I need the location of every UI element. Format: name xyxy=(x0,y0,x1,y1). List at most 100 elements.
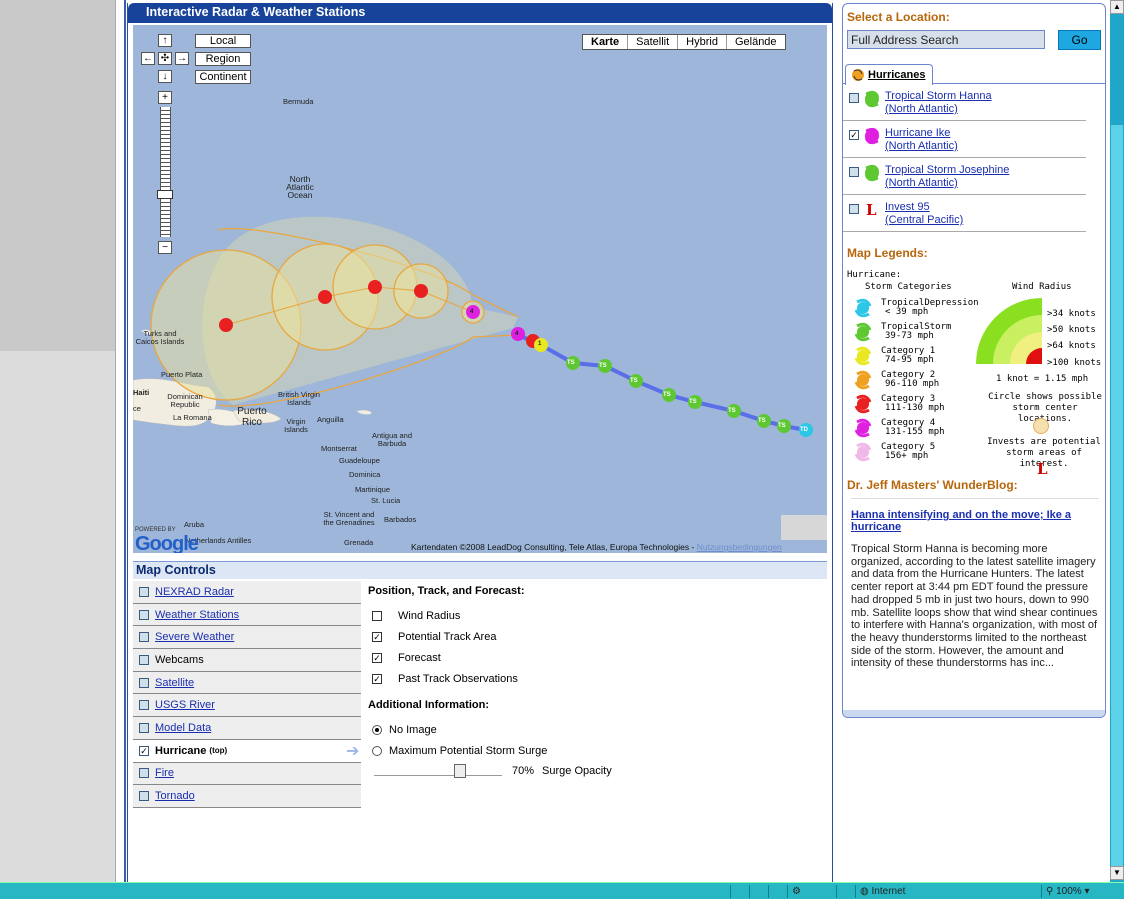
status-segment xyxy=(749,885,767,898)
map-copyright: Kartendaten ©2008 LeadDog Consulting, Te… xyxy=(411,542,782,552)
blog-text: Tropical Storm Hanna is becoming more or… xyxy=(851,543,1098,670)
zoom-in-button[interactable]: + xyxy=(158,91,172,104)
storm-name-link[interactable]: Tropical Storm Josephine xyxy=(885,164,1009,177)
radio-storm-surge[interactable]: Maximum Potential Storm Surge xyxy=(368,740,818,761)
layer-weather-stations[interactable]: Weather Stations xyxy=(133,603,361,627)
checkbox[interactable] xyxy=(849,167,859,177)
layer-hurricane[interactable]: ✓ Hurricane (top) ➔ xyxy=(133,739,361,763)
option-forecast[interactable]: ✓ Forecast xyxy=(368,647,818,668)
checkbox[interactable] xyxy=(139,632,149,643)
map-legends-title: Map Legends: xyxy=(847,246,928,260)
scale-region-button[interactable]: Region xyxy=(195,52,251,66)
pan-up-button[interactable]: ↑ xyxy=(158,34,172,47)
storm-item[interactable]: ✓ Hurricane Ike (North Atlantic) xyxy=(843,121,1086,158)
pan-left-button[interactable]: ← xyxy=(141,52,155,65)
checkbox[interactable] xyxy=(139,768,149,779)
map-type-gelande[interactable]: Gelände xyxy=(725,35,785,49)
storm-region-link[interactable]: (North Atlantic) xyxy=(885,177,1009,190)
security-zone[interactable]: ◍ Internet xyxy=(855,885,1040,898)
map-label: Dominican Republic xyxy=(167,392,203,409)
layer-webcams[interactable]: Webcams xyxy=(133,649,361,672)
hurricane-icon xyxy=(852,69,864,81)
checkbox[interactable] xyxy=(372,610,382,621)
position-section-title: Position, Track, and Forecast: xyxy=(368,585,525,597)
zoom-out-button[interactable]: − xyxy=(158,241,172,254)
category-legend-item: Category 3 111-130 mph xyxy=(853,394,945,414)
radio-no-image[interactable]: No Image xyxy=(368,719,818,740)
checkbox[interactable] xyxy=(849,93,859,103)
storm-item[interactable]: Tropical Storm Hanna (North Atlantic) xyxy=(843,84,1086,121)
pan-center-button[interactable]: ✣ xyxy=(158,52,172,65)
category-legend-item: Category 1 74-95 mph xyxy=(853,346,935,366)
storm-item[interactable]: Tropical Storm Josephine (North Atlantic) xyxy=(843,158,1086,195)
blog-link[interactable]: Hanna intensifying and on the move; Ike … xyxy=(851,509,1071,533)
radio-selected[interactable] xyxy=(372,724,382,735)
storm-region-link[interactable]: (North Atlantic) xyxy=(885,103,992,116)
layer-tornado[interactable]: Tornado xyxy=(133,785,361,808)
layer-nexrad[interactable]: NEXRAD Radar xyxy=(133,581,361,604)
zoom-slider-thumb[interactable] xyxy=(157,190,173,199)
scroll-up-arrow-icon[interactable]: ▲ xyxy=(1110,0,1124,14)
checkbox-checked[interactable]: ✓ xyxy=(849,130,859,140)
map-type-karte[interactable]: Karte xyxy=(583,35,627,49)
checkbox-checked[interactable]: ✓ xyxy=(372,673,382,684)
tab-hurricanes[interactable]: Hurricanes xyxy=(845,64,933,85)
map-view[interactable]: ↑ ← ✣ → ↓ Local Region Continent + − Kar… xyxy=(133,25,827,553)
map-label: St. Vincent and the Grenadines xyxy=(323,510,375,527)
checkbox-checked[interactable]: ✓ xyxy=(139,745,149,756)
scroll-down-arrow-icon[interactable]: ▼ xyxy=(1110,866,1124,880)
slider-track[interactable] xyxy=(374,764,502,778)
google-logo[interactable]: POWERED BY Google xyxy=(135,527,199,553)
map-label: Barbados xyxy=(384,515,417,524)
address-search-input[interactable]: Full Address Search xyxy=(847,30,1045,49)
storm-item[interactable]: L Invest 95 (Central Pacific) xyxy=(843,195,1086,232)
invest-icon: L xyxy=(866,201,877,219)
option-past-track[interactable]: ✓ Past Track Observations xyxy=(368,668,818,689)
slider-thumb[interactable] xyxy=(454,764,466,778)
layer-satellite[interactable]: Satellite xyxy=(133,671,361,695)
checkbox[interactable] xyxy=(139,722,149,733)
track-label: TS xyxy=(663,392,671,398)
storm-region-link[interactable]: (North Atlantic) xyxy=(885,140,958,153)
option-wind-radius[interactable]: Wind Radius xyxy=(368,605,818,626)
checkbox-checked[interactable]: ✓ xyxy=(372,652,382,663)
scroll-thumb[interactable] xyxy=(1111,125,1123,869)
map-label: Turks and Caicos Islands xyxy=(135,329,185,346)
checkbox-checked[interactable]: ✓ xyxy=(372,631,382,642)
option-track-area[interactable]: ✓ Potential Track Area xyxy=(368,626,818,647)
map-type-bar: Karte Satellit Hybrid Gelände xyxy=(582,34,786,50)
storm-region-link[interactable]: (Central Pacific) xyxy=(885,214,963,227)
checkbox[interactable] xyxy=(849,204,859,214)
checkbox[interactable] xyxy=(139,586,149,597)
scale-continent-button[interactable]: Continent xyxy=(195,70,251,84)
checkbox[interactable] xyxy=(139,677,149,688)
storm-name-link[interactable]: Tropical Storm Hanna xyxy=(885,90,992,103)
go-button[interactable]: Go xyxy=(1058,30,1101,50)
zoom-slider-track[interactable] xyxy=(160,107,171,237)
layer-model-data[interactable]: Model Data xyxy=(133,717,361,740)
checkbox[interactable] xyxy=(139,700,149,711)
radio[interactable] xyxy=(372,745,382,756)
map-label: La Romana xyxy=(173,413,212,422)
zoom-level[interactable]: ⚲ 100% ▾ xyxy=(1041,885,1111,898)
pan-down-button[interactable]: ↓ xyxy=(158,70,172,83)
category-icon xyxy=(854,346,872,366)
scale-local-button[interactable]: Local xyxy=(195,34,251,48)
map-label: Antigua and Barbuda xyxy=(371,431,413,448)
legend: Hurricane: Storm Categories Wind Radius … xyxy=(843,260,1105,490)
terms-link[interactable]: Nutzungsbedingungen xyxy=(697,542,782,552)
storm-name-link[interactable]: Hurricane Ike xyxy=(885,127,958,140)
layer-usgs-river[interactable]: USGS River xyxy=(133,694,361,718)
popup-blocker-icon[interactable]: ⚙ xyxy=(787,885,817,898)
pan-right-button[interactable]: → xyxy=(175,52,189,65)
map-type-satellit[interactable]: Satellit xyxy=(627,35,677,49)
checkbox[interactable] xyxy=(139,609,149,620)
checkbox[interactable] xyxy=(139,654,149,665)
map-type-hybrid[interactable]: Hybrid xyxy=(677,35,726,49)
vertical-scrollbar[interactable]: ▲ ▼ xyxy=(1110,0,1124,882)
surge-opacity-slider[interactable]: 70% Surge Opacity xyxy=(374,761,818,781)
layer-fire[interactable]: Fire xyxy=(133,762,361,786)
checkbox[interactable] xyxy=(139,791,149,802)
layer-severe-weather[interactable]: Severe Weather xyxy=(133,626,361,650)
storm-name-link[interactable]: Invest 95 xyxy=(885,201,963,214)
